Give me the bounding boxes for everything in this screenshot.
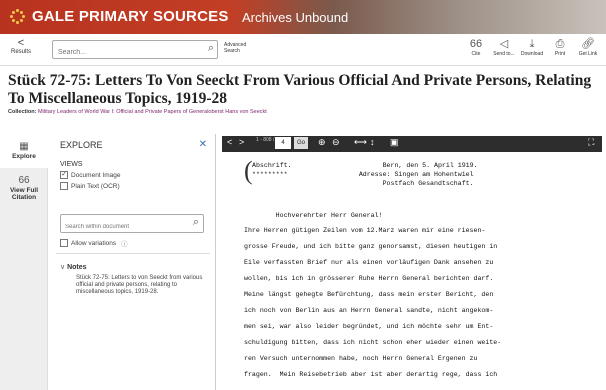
cite-label: Cite: [471, 51, 481, 57]
page-number-input[interactable]: 4: [275, 137, 291, 149]
help-icon[interactable]: ⓘ: [121, 238, 128, 248]
doc-line: grosse Freude, und ich bitte ganz genors…: [244, 243, 498, 250]
citation-rail-label: View Full Citation: [9, 187, 39, 201]
doc-line: Ihre Herren gütigen Zeilen vom 12.Marz w…: [244, 227, 486, 234]
zoom-in-icon[interactable]: ⊕: [318, 137, 326, 148]
doc-line: men sei, war also leider begründet, und …: [244, 323, 494, 330]
results-label: Results: [10, 49, 31, 55]
plain-text-checkbox[interactable]: Plain Text (OCR): [60, 182, 121, 190]
print-icon: ⎙: [555, 38, 565, 50]
toolbar: < Results ⌕ Advanced Search 66Cite ◁Send…: [0, 34, 606, 66]
checkbox-checked-icon: ✓: [60, 171, 68, 179]
page-title: Stück 72-75: Letters To Von Seeckt From …: [8, 72, 592, 107]
zoom-out-icon[interactable]: ⊖: [332, 137, 340, 148]
doc-line: schuldigung bitten, dass ich nicht schon…: [244, 339, 502, 346]
download-icon: ⤓: [529, 38, 535, 50]
views-group: VIEWS ✓ Document Image Plain Text (OCR): [60, 161, 121, 190]
document-image-checkbox[interactable]: ✓ Document Image: [60, 171, 121, 179]
explore-rail-label: Explore: [12, 153, 36, 160]
print-label: Print: [554, 51, 566, 57]
plain-text-label: Plain Text (OCR): [71, 182, 120, 190]
next-page-icon[interactable]: >: [239, 137, 244, 147]
results-button[interactable]: < Results: [6, 37, 36, 56]
document-viewer: < > 1 - 808 / 4 Go ⊕ ⊖ ⟷ ↕ ▣ ⛶ ( Abschri…: [222, 136, 606, 390]
download-label: Download: [520, 51, 544, 57]
fullscreen-icon[interactable]: ⛶: [588, 137, 594, 148]
send-to-button[interactable]: ◁ Send to...: [492, 37, 516, 57]
gale-logo-icon: [10, 8, 26, 25]
cite-button[interactable]: 66 Cite: [464, 37, 488, 57]
brand-logo[interactable]: GALE PRIMARY SOURCES: [10, 8, 229, 25]
explore-panel: EXPLORE ✕ VIEWS ✓ Document Image Plain Te…: [50, 134, 216, 390]
collection-line: Collection: Military Leaders of World Wa…: [8, 109, 267, 115]
collection-label: Collection:: [8, 109, 37, 115]
notes-toggle[interactable]: ∨ Notes: [60, 263, 87, 271]
citation-rail-button[interactable]: 66 View Full Citation: [0, 168, 48, 201]
doc-line: Abschrift. Bern, den 5. April 1919.: [252, 162, 478, 169]
checkbox-empty-icon: [60, 182, 68, 190]
brand-name: GALE PRIMARY SOURCES: [32, 8, 229, 25]
doc-line: Postfach Gesandtschaft.: [252, 180, 474, 187]
quote-icon: 66: [469, 38, 483, 50]
doc-line: Hochverehrter Herr General!: [244, 212, 383, 219]
explore-rail-button[interactable]: ▦ Explore: [0, 134, 48, 168]
doc-line: Meine längst gehegte Befürchtung, dass m…: [244, 291, 494, 298]
tool-buttons: 66 Cite ◁ Send to... ⤓ Download ⎙ Print 🔗︎ Ge…: [460, 37, 600, 57]
send-icon: ◁: [499, 38, 509, 50]
doc-line: wollen, bis ich in grösserer Ruhe Herrn …: [244, 275, 494, 282]
advanced-search-link[interactable]: Advanced Search: [224, 42, 252, 54]
send-to-label: Send to...: [493, 51, 515, 57]
go-button[interactable]: Go: [294, 137, 308, 149]
views-label: VIEWS: [60, 161, 83, 168]
fit-width-icon[interactable]: ⟷: [354, 137, 367, 148]
within-search-input[interactable]: [61, 218, 185, 236]
allow-variations-label: Allow variations: [71, 239, 117, 247]
product-name: Archives Unbound: [242, 10, 349, 25]
page-range: 1 - 808 /: [256, 137, 275, 143]
header-bar: GALE PRIMARY SOURCES Archives Unbound: [0, 0, 606, 34]
doc-line: fragen. Mein Reisebetrieb aber ist aber …: [244, 371, 498, 378]
quote-icon: 66: [18, 175, 30, 186]
doc-line: ich noch von Berlin aus an Herrn General…: [244, 307, 494, 314]
document-image-label: Document Image: [71, 171, 121, 179]
viewer-toolbar: < > 1 - 808 / 4 Go ⊕ ⊖ ⟷ ↕ ▣ ⛶: [222, 136, 602, 152]
download-button[interactable]: ⤓ Download: [520, 37, 544, 57]
search-icon[interactable]: ⌕: [193, 216, 199, 229]
explore-heading: EXPLORE: [60, 140, 103, 150]
notes-text: Stück 72-75: Letters to von Seeckt from …: [76, 275, 203, 295]
prev-page-icon[interactable]: <: [227, 137, 232, 147]
checkbox-empty-icon: [60, 239, 68, 247]
get-link-button[interactable]: 🔗︎ Get Link: [576, 37, 600, 57]
link-icon: 🔗︎: [581, 38, 595, 50]
chevron-left-icon: <: [17, 37, 25, 49]
fit-height-icon[interactable]: ↕: [370, 137, 375, 147]
allow-variations-checkbox[interactable]: Allow variations ⓘ: [60, 238, 128, 248]
doc-line: Eile verfassten Brief nur als einen vorl…: [244, 259, 494, 266]
within-search-box: ⌕: [60, 214, 204, 236]
doc-line: ren Versuch unternommen habe, noch Herrn…: [244, 355, 478, 362]
divider: [56, 253, 210, 254]
search-input[interactable]: [53, 44, 193, 61]
search-box: ⌕: [52, 40, 218, 61]
close-icon[interactable]: ✕: [199, 139, 207, 150]
doc-line: ********* Adresse: Singen am Hohentwiel: [252, 171, 474, 178]
collection-link[interactable]: Military Leaders of World War I: Officia…: [38, 109, 267, 115]
search-icon[interactable]: ⌕: [208, 42, 214, 55]
get-link-label: Get Link: [578, 51, 598, 57]
left-rail: ▦ Explore 66 View Full Citation: [0, 134, 48, 390]
image-icon[interactable]: ▣: [390, 137, 399, 148]
map-icon: ▦: [19, 141, 29, 152]
print-button[interactable]: ⎙ Print: [548, 37, 572, 57]
notes-label: Notes: [67, 264, 87, 271]
